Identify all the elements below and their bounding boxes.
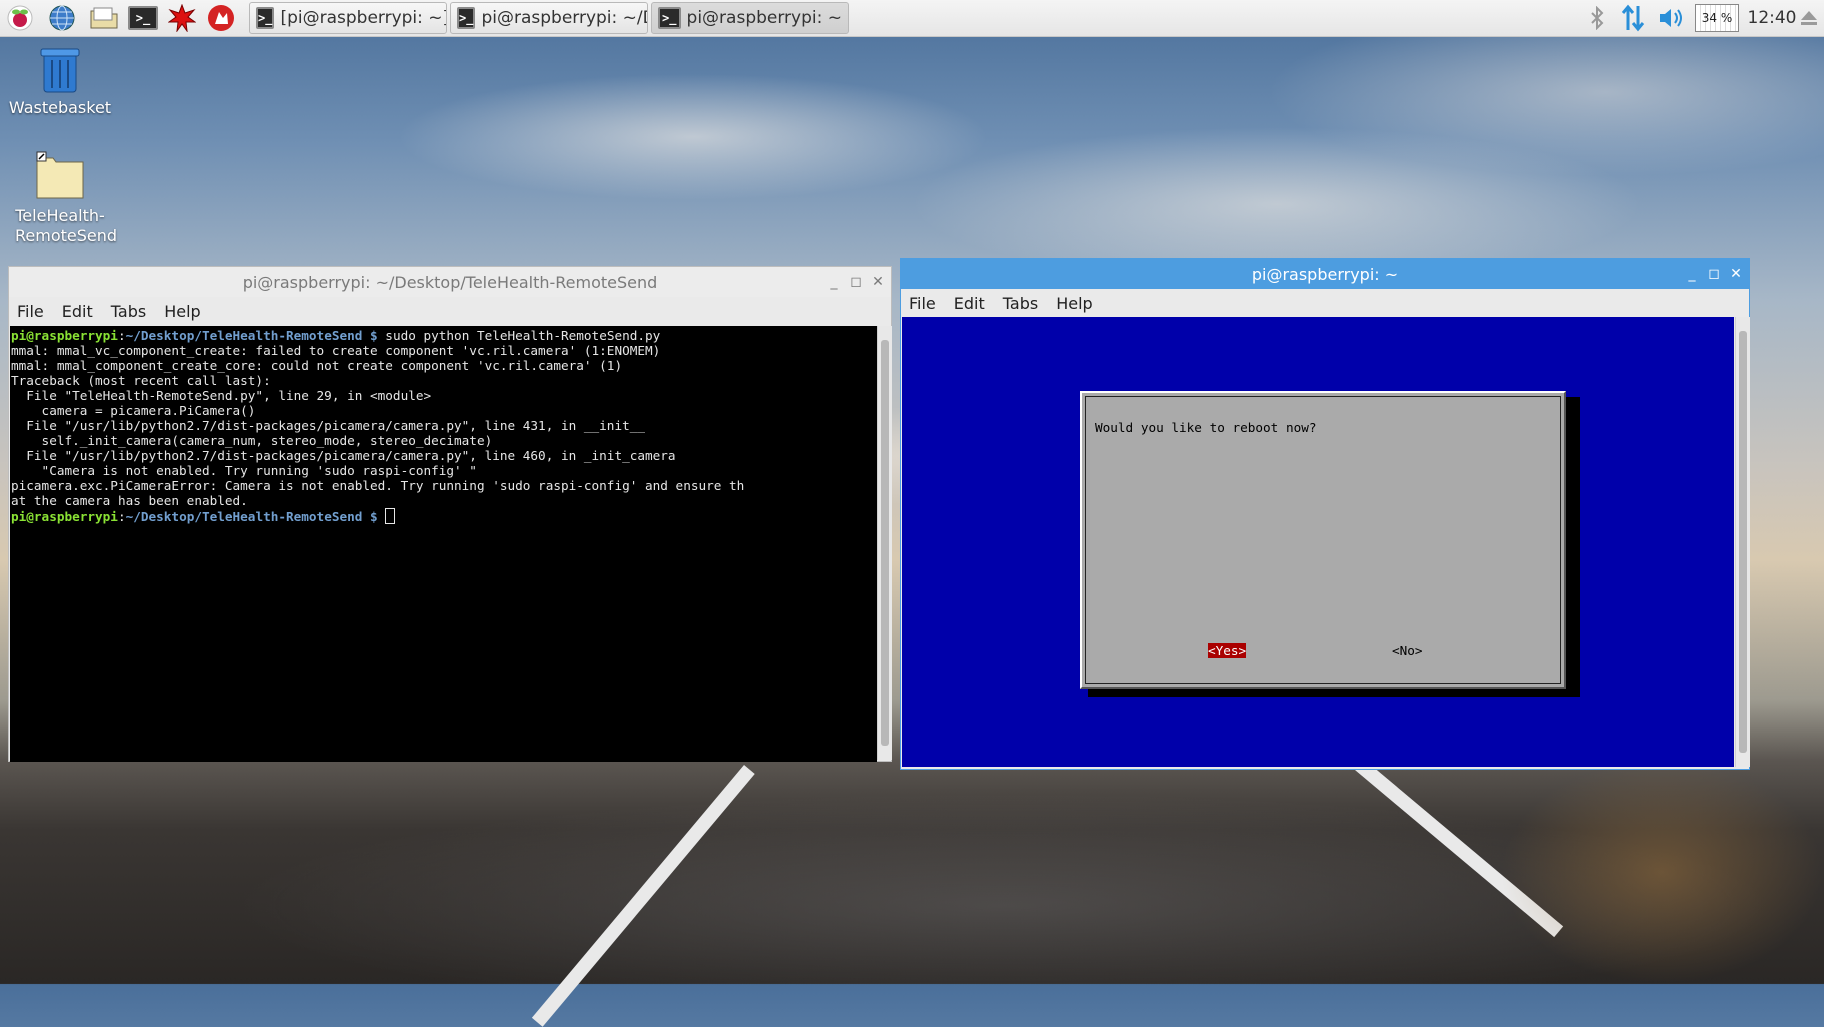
desktop-icon-telehealth-folder[interactable]: TeleHealth-RemoteSend: [5, 150, 118, 246]
terminal-line: self._init_camera(camera_num, stereo_mod…: [11, 433, 493, 448]
prompt-path: ~/Desktop/TeleHealth-RemoteSend $: [125, 328, 378, 343]
window-title: pi@raspberrypi: ~: [1251, 264, 1399, 284]
terminal-line-prompt: pi@raspberrypi:~/Desktop/TeleHealth-Remo…: [11, 508, 877, 524]
desktop-icon-wastebasket[interactable]: Wastebasket: [5, 44, 115, 118]
roadside-grass: [1500, 760, 1824, 984]
maximize-icon[interactable]: ◻: [1703, 259, 1725, 289]
menu-help[interactable]: Help: [1056, 294, 1092, 313]
prompt-path: ~/Desktop/TeleHealth-RemoteSend $: [125, 509, 378, 524]
command-text: sudo python TeleHealth-RemoteSend.py: [377, 328, 661, 343]
scroll-thumb[interactable]: [881, 340, 889, 746]
no-button[interactable]: <No>: [1392, 643, 1423, 658]
menu-edit[interactable]: Edit: [62, 302, 93, 321]
mathematica-icon[interactable]: [166, 3, 198, 33]
window-titlebar[interactable]: pi@raspberrypi: ~ _ ◻ ✕: [901, 259, 1749, 289]
taskbar-task-terminal-2[interactable]: >_ pi@raspberrypi: ~/D...: [450, 2, 648, 34]
taskbar: >_ >_ [pi@raspberrypi: ~] >_ pi@raspberr…: [0, 0, 1824, 37]
road-marking-left: [531, 765, 755, 1027]
menu-tabs[interactable]: Tabs: [111, 302, 146, 321]
file-manager-icon[interactable]: [88, 3, 120, 33]
web-browser-icon[interactable]: [46, 3, 78, 33]
minimize-icon[interactable]: _: [1681, 259, 1703, 289]
minimize-icon[interactable]: _: [823, 267, 845, 297]
prompt-user: pi@raspberrypi: [11, 328, 118, 343]
scrollbar[interactable]: [877, 326, 892, 760]
road-marking-right: [1355, 759, 1564, 938]
cpu-monitor[interactable]: 34 %: [1694, 0, 1740, 36]
window-title: pi@raspberrypi: ~/Desktop/TeleHealth-Rem…: [242, 272, 658, 292]
menu-file[interactable]: File: [909, 294, 936, 313]
terminal-line-command: pi@raspberrypi:~/Desktop/TeleHealth-Remo…: [11, 328, 661, 343]
folder-icon: [36, 151, 84, 199]
dialog-message: Would you like to reboot now?: [1095, 420, 1317, 435]
terminal-line: "Camera is not enabled. Try running 'sud…: [11, 463, 477, 478]
bluetooth-icon[interactable]: [1584, 0, 1610, 36]
terminal-line: mmal: mmal_vc_component_create: failed t…: [11, 343, 661, 358]
desktop-icon-label: TeleHealth-RemoteSend: [15, 206, 118, 245]
cpu-usage-label: 34 %: [1695, 4, 1739, 32]
volume-icon[interactable]: [1656, 0, 1688, 36]
menu-bar: File Edit Tabs Help: [901, 289, 1749, 317]
taskbar-task-terminal-3[interactable]: >_ pi@raspberrypi: ~: [651, 2, 849, 34]
terminal-line: File "/usr/lib/python2.7/dist-packages/p…: [11, 418, 645, 433]
menu-bar: File Edit Tabs Help: [9, 297, 891, 325]
whiptail-screen[interactable]: Would you like to reboot now? <Yes> <No>: [902, 317, 1734, 767]
eject-icon[interactable]: [1796, 0, 1822, 36]
maximize-icon[interactable]: ◻: [845, 267, 867, 297]
terminal-cursor: [385, 508, 396, 524]
clock[interactable]: 12:40: [1744, 0, 1800, 36]
menu-file[interactable]: File: [17, 302, 44, 321]
network-icon[interactable]: [1618, 0, 1648, 36]
terminal-line: File "/usr/lib/python2.7/dist-packages/p…: [11, 448, 676, 463]
desktop-icon-label: Wastebasket: [8, 98, 112, 117]
terminal-output[interactable]: pi@raspberrypi:~/Desktop/TeleHealth-Remo…: [10, 326, 877, 762]
terminal-window-raspi-config: pi@raspberrypi: ~ _ ◻ ✕ File Edit Tabs H…: [900, 258, 1750, 770]
terminal-line: mmal: mmal_component_create_core: could …: [11, 358, 623, 373]
terminal-line: picamera.exc.PiCameraError: Camera is no…: [11, 478, 745, 493]
terminal-line: File "TeleHealth-RemoteSend.py", line 29…: [11, 388, 432, 403]
wolfram-icon[interactable]: [205, 3, 237, 33]
scroll-thumb[interactable]: [1739, 331, 1747, 753]
menu-edit[interactable]: Edit: [954, 294, 985, 313]
trash-icon: [40, 48, 80, 93]
dialog-frame: [1085, 396, 1561, 684]
menu-help[interactable]: Help: [164, 302, 200, 321]
prompt-user: pi@raspberrypi: [11, 509, 118, 524]
raspberry-menu-icon[interactable]: [4, 3, 36, 33]
taskbar-task-terminal-1[interactable]: >_ [pi@raspberrypi: ~]: [249, 2, 447, 34]
window-titlebar[interactable]: pi@raspberrypi: ~/Desktop/TeleHealth-Rem…: [9, 267, 891, 297]
terminal-line: camera = picamera.PiCamera(): [11, 403, 256, 418]
task-label: pi@raspberrypi: ~/D...: [481, 8, 647, 28]
terminal-line: at the camera has been enabled.: [11, 493, 248, 508]
terminal-window-telehealth: pi@raspberrypi: ~/Desktop/TeleHealth-Rem…: [8, 266, 892, 762]
terminal-icon[interactable]: >_: [127, 3, 159, 33]
terminal-icon: >_: [256, 7, 275, 29]
task-label: pi@raspberrypi: ~: [686, 8, 842, 28]
terminal-line: Traceback (most recent call last):: [11, 373, 271, 388]
reboot-dialog: Would you like to reboot now? <Yes> <No>: [1080, 391, 1566, 689]
close-icon[interactable]: ✕: [867, 267, 889, 297]
scrollbar[interactable]: [1735, 317, 1750, 767]
yes-button[interactable]: <Yes>: [1208, 643, 1247, 658]
terminal-icon: >_: [658, 7, 681, 29]
close-icon[interactable]: ✕: [1725, 259, 1747, 289]
task-label: [pi@raspberrypi: ~]: [280, 8, 447, 28]
menu-tabs[interactable]: Tabs: [1003, 294, 1038, 313]
terminal-icon: >_: [457, 7, 476, 29]
